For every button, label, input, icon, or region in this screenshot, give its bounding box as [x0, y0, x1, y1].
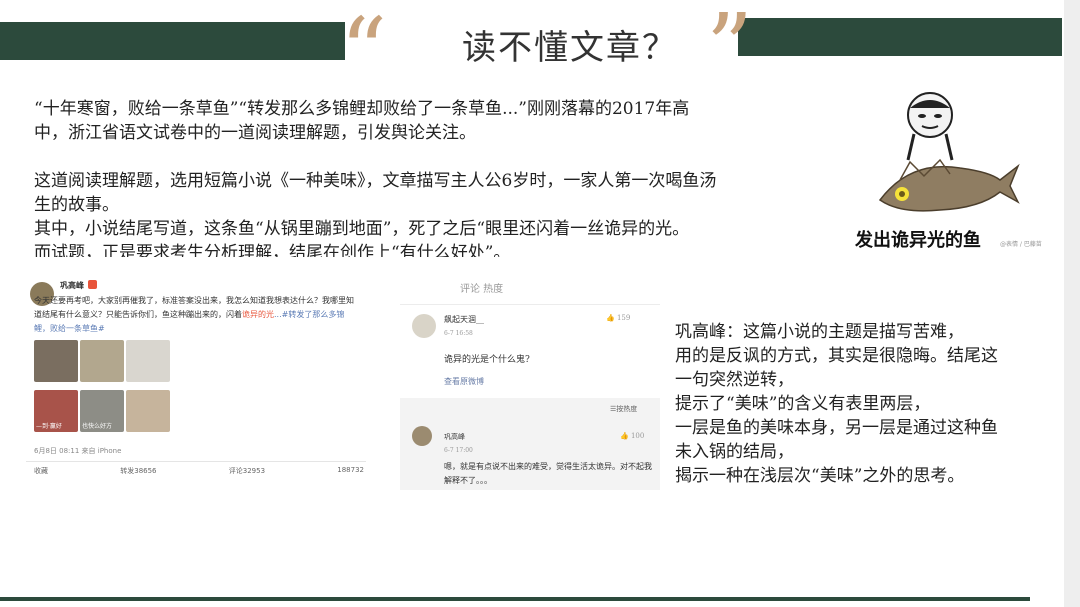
body-line: “十年寒窗，败给一条草鱼”“转发那么多锦鲤却败给了一条草鱼...”刚刚落幕的20…	[34, 99, 690, 119]
weibo-username[interactable]: 巩高峰	[60, 280, 84, 291]
body-text: “十年寒窗，败给一条草鱼”“转发那么多锦鲤却败给了一条草鱼...”刚刚落幕的20…	[34, 97, 806, 257]
sort-label: 按热度	[616, 405, 638, 413]
post-thumbnail[interactable]	[126, 390, 170, 432]
divider	[26, 461, 366, 462]
commentary-line: 揭示一种在浅层次“美味”之外的思考。	[675, 466, 965, 486]
verified-badge-icon	[88, 280, 97, 289]
post-thumbnail[interactable]	[80, 340, 124, 382]
post-meta: 6月8日 08:11 来自 iPhone	[34, 447, 122, 455]
commenter-name[interactable]: 飙起天涸__	[444, 314, 484, 325]
page-title: 读不懂文章？	[462, 28, 678, 68]
sort-by-heat[interactable]: ☰按热度	[610, 404, 637, 414]
body-line: 生的故事。	[34, 195, 119, 215]
commentary-line: 未入锅的结局，	[675, 442, 794, 462]
like-count: 159	[616, 314, 631, 322]
favorite-button[interactable]: 收藏	[34, 466, 48, 476]
post-thumbnail[interactable]	[126, 340, 170, 382]
meme-watermark: @表情 / 巴藤苗	[1000, 241, 1042, 248]
meme-caption: 发出诡异光的鱼	[855, 230, 981, 251]
comment-text: 诡异的光是个什么鬼?	[444, 355, 530, 365]
post-highlight-text[interactable]: 诡异的光	[242, 310, 274, 319]
window-edge	[1064, 0, 1080, 607]
reply-text: 嗯，就是有点说不出来的难受，觉得生活太诡异。对不起我解释不了。。。	[444, 462, 652, 485]
close-quote-mark: ”	[706, 0, 754, 101]
avatar[interactable]	[412, 426, 432, 446]
commentary-text: 巩高峰：这篇小说的主题是描写苦难， 用的是反讽的方式，其实是很隐晦。结尾这 一句…	[675, 320, 1055, 488]
post-thumbnail[interactable]: —到·赢好	[34, 390, 78, 432]
comment-block	[400, 284, 660, 394]
thumbs-up-icon: 👍	[620, 432, 629, 440]
body-line: 而试题，正是要求考生分析理解，结尾在创作上“有什么好处”。	[34, 243, 511, 257]
comment-button[interactable]: 评论32953	[229, 466, 265, 476]
weibo-post-card: 巩高峰 今天还要再考吧，大家别再催我了，标准答案没出来，我怎么知道我想表达什么？…	[26, 276, 366, 475]
commentary-line: 巩高峰：这篇小说的主题是描写苦难，	[675, 322, 964, 342]
body-line: 这道阅读理解题，选用短篇小说《一种美味》，文章描写主人公6岁时，一家人第一次喝鱼…	[34, 171, 717, 191]
comment-screenshot: 评论 热度 飙起天涸__ 6-7 16:58 👍 159 诡异的光是个什么鬼? …	[400, 284, 660, 490]
commentary-line: 一层是鱼的美味本身，另一层是通过这种鱼	[675, 418, 998, 438]
reply-time: 6-7 17:00	[444, 447, 473, 454]
divider	[400, 304, 660, 305]
commentary-line: 一句突然逆转，	[675, 370, 794, 390]
thumbnail-label: 也快么好方	[82, 423, 113, 430]
post-thumbnail[interactable]: 也快么好方	[80, 390, 124, 432]
thumbs-up-icon: 👍	[606, 314, 615, 322]
body-line: 中，浙江省语文试卷中的一道阅读理解题，引发舆论关注。	[34, 123, 476, 143]
open-quote-mark: “	[340, 0, 388, 105]
header-bar-left	[0, 22, 345, 60]
cropped-header: 评论 热度	[460, 284, 504, 295]
replier-name[interactable]: 巩高峰	[444, 432, 465, 442]
header-bar-right	[738, 18, 1062, 56]
like-button[interactable]: 188732	[337, 466, 364, 476]
comment-time: 6-7 16:58	[444, 330, 473, 337]
thumbnail-label: —到·赢好	[36, 423, 62, 430]
post-thumbnail[interactable]	[34, 340, 78, 382]
weibo-post-text: 今天还要再考吧，大家别再催我了，标准答案没出来，我怎么知道我想表达什么？我哪里知…	[34, 294, 360, 336]
view-original-link[interactable]: 查看原微博	[444, 376, 484, 387]
commentary-line: 提示了“美味”的含义有表里两层，	[675, 394, 931, 414]
post-actions: 收藏 转发38656 评论32953 188732	[34, 466, 364, 476]
repost-button[interactable]: 转发38656	[120, 466, 156, 476]
body-line: 其中，小说结尾写道，这条鱼“从锅里蹦到地面”，死了之后“眼里还闪着一丝诡异的光。	[34, 219, 690, 239]
commentary-line: 用的是反讽的方式，其实是很隐晦。结尾这	[675, 346, 998, 366]
reply-like-count[interactable]: 👍 100	[620, 432, 644, 440]
comment-like-count[interactable]: 👍 159	[606, 314, 630, 322]
avatar[interactable]	[412, 314, 436, 338]
footer-bar	[0, 597, 1030, 601]
like-count: 100	[630, 432, 645, 440]
